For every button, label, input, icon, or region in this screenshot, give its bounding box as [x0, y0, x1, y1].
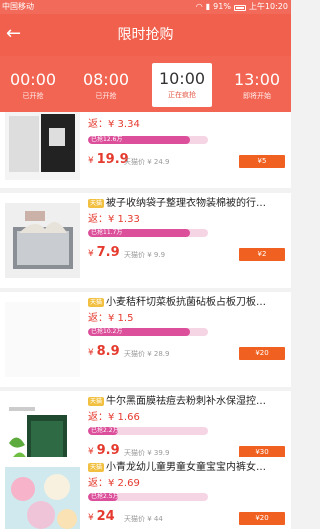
price-value: 24 — [96, 509, 115, 524]
tmall-price: 天猫价 ¥ 24.9 — [124, 158, 170, 166]
price: ¥ 24 — [88, 509, 115, 526]
rebate-label: 返：¥ 1.66 — [88, 412, 140, 423]
tab-status: 即将开始 — [243, 92, 271, 100]
product-image-cutting-board — [5, 302, 80, 377]
carrier-label: 中国移动 — [2, 2, 34, 11]
battery-percent: 91% — [213, 2, 231, 11]
tmall-price: 天猫价 ¥ 44 — [124, 515, 163, 523]
currency-symbol: ¥ — [88, 156, 94, 166]
product-image-underwear — [5, 467, 80, 529]
product-title: 天猫 小青龙幼儿童男童女童宝宝内裤女… — [88, 461, 286, 474]
price: ¥ 19.9 — [88, 152, 129, 169]
coupon-button[interactable]: ¥20 — [239, 347, 285, 360]
tab-1300[interactable]: 13:00 即将开始 — [227, 56, 287, 112]
sold-progress-bar: 已抢12.6万 — [88, 136, 208, 144]
price: ¥ 8.9 — [88, 344, 120, 361]
sold-count: 已抢2.5万 — [91, 493, 119, 500]
product-title-text: 小青龙幼儿童男童女童宝宝内裤女… — [106, 462, 267, 473]
tab-time: 13:00 — [233, 70, 281, 89]
product-title-text: 被子收纳袋子整理衣物装棉被的行… — [106, 198, 267, 209]
tmall-price: 天猫价 ¥ 9.9 — [124, 251, 166, 259]
tab-status: 正在疯抢 — [168, 91, 196, 99]
product-list: 返：¥ 3.34 已抢12.6万 ¥ 19.9 天猫价 ¥ 24.9 ¥5 天猫… — [0, 112, 291, 529]
coupon-button[interactable]: ¥5 — [239, 155, 285, 168]
sold-progress-bar: 已抢10.2万 — [88, 328, 208, 336]
tab-1000[interactable]: 10:00 正在疯抢 — [152, 63, 212, 107]
rebate-label: 返：¥ 1.5 — [88, 313, 134, 324]
page-title: 限时抢购 — [117, 27, 174, 43]
sold-count: 已抢10.2万 — [91, 328, 123, 335]
product-title-text: 牛尔黑面膜祛痘去粉刺补水保湿控… — [106, 396, 267, 407]
product-title: 天猫 小麦秸秆切菜板抗菌砧板占板刀板… — [88, 296, 286, 309]
product-image-box — [5, 112, 80, 180]
price-value: 9.9 — [96, 443, 120, 458]
currency-symbol: ¥ — [88, 447, 94, 457]
nav-header: 限时抢购 ← — [0, 14, 291, 56]
rebate-label: 返：¥ 2.69 — [88, 478, 140, 489]
sold-progress-bar: 已抢11.7万 — [88, 229, 208, 237]
tab-time: 08:00 — [82, 70, 130, 89]
tab-status: 已开抢 — [95, 92, 117, 100]
tmall-badge: 天猫 — [88, 463, 105, 472]
tmall-badge: 天猫 — [88, 199, 105, 208]
product-item[interactable]: 天猫 小麦秸秆切菜板抗菌砧板占板刀板… 返：¥ 1.5 已抢10.2万 ¥ 8.9… — [0, 292, 291, 387]
product-image-storage-bag — [5, 203, 80, 278]
product-item[interactable]: 返：¥ 3.34 已抢12.6万 ¥ 19.9 天猫价 ¥ 24.9 ¥5 — [0, 112, 291, 188]
status-right: ◠ ▮ 91% 上午10:20 — [196, 0, 288, 14]
clock: 上午10:20 — [248, 2, 288, 11]
sold-progress-bar: 已抢2.2万 — [88, 427, 208, 435]
coupon-button[interactable]: ¥2 — [239, 248, 285, 261]
price-value: 8.9 — [96, 344, 120, 359]
currency-symbol: ¥ — [88, 249, 94, 259]
coupon-button[interactable]: ¥20 — [239, 512, 285, 525]
product-item[interactable]: 天猫 被子收纳袋子整理衣物装棉被的行… 返：¥ 1.33 已抢11.7万 ¥ 7.… — [0, 193, 291, 288]
rebate-label: 返：¥ 3.34 — [88, 119, 140, 130]
signal-icon: ▮ — [205, 2, 211, 11]
tmall-badge: 天猫 — [88, 298, 105, 307]
sold-count: 已抢2.2万 — [91, 427, 119, 434]
tab-0800[interactable]: 08:00 已开抢 — [76, 56, 136, 112]
status-bar: 中国移动 ◠ ▮ 91% 上午10:20 — [0, 0, 291, 14]
product-item[interactable]: 天猫 小青龙幼儿童男童女童宝宝内裤女… 返：¥ 2.69 已抢2.5万 ¥ 24 … — [0, 457, 291, 529]
tab-0000[interactable]: 00:00 已开抢 — [3, 56, 63, 112]
back-arrow-icon[interactable]: ← — [6, 24, 24, 44]
battery-icon — [233, 4, 246, 11]
product-title: 天猫 被子收纳袋子整理衣物装棉被的行… — [88, 197, 286, 210]
time-slot-tabs: 00:00 已开抢 08:00 已开抢 10:00 正在疯抢 13:00 即将开… — [0, 56, 291, 112]
price: ¥ 7.9 — [88, 245, 120, 262]
sold-progress-bar: 已抢2.5万 — [88, 493, 208, 501]
rebate-label: 返：¥ 1.33 — [88, 214, 140, 225]
tmall-badge: 天猫 — [88, 397, 105, 406]
tab-status: 已开抢 — [22, 92, 44, 100]
currency-symbol: ¥ — [88, 348, 94, 358]
price-value: 7.9 — [96, 245, 120, 260]
sold-count: 已抢12.6万 — [91, 136, 123, 143]
product-title-text: 小麦秸秆切菜板抗菌砧板占板刀板… — [106, 297, 267, 308]
sold-count: 已抢11.7万 — [91, 229, 123, 236]
wifi-icon: ◠ — [195, 2, 203, 11]
tab-time: 10:00 — [158, 69, 206, 88]
currency-symbol: ¥ — [88, 513, 94, 523]
tmall-price: 天猫价 ¥ 28.9 — [124, 350, 170, 358]
product-title: 天猫 牛尔黑面膜祛痘去粉刺补水保湿控… — [88, 395, 286, 408]
tab-time: 00:00 — [9, 70, 57, 89]
